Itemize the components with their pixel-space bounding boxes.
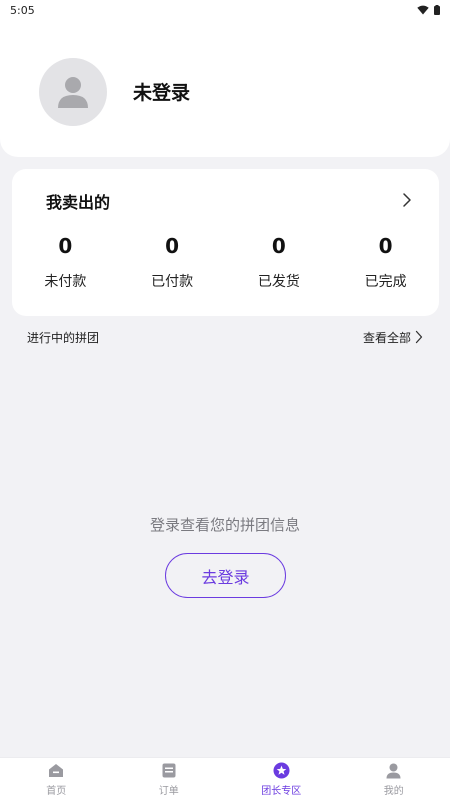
- bottom-tab-bar: 首页 订单 团长专区 我的: [0, 757, 450, 800]
- stat-value: 0: [58, 234, 73, 258]
- stat-paid[interactable]: 0 已付款: [119, 231, 226, 291]
- tab-leader-zone[interactable]: 团长专区: [225, 758, 338, 800]
- stat-completed[interactable]: 0 已完成: [332, 231, 439, 291]
- tab-label: 首页: [46, 785, 67, 797]
- tab-mine[interactable]: 我的: [338, 758, 450, 800]
- tab-label: 我的: [383, 785, 404, 797]
- home-icon: [47, 762, 65, 780]
- stat-shipped[interactable]: 0 已发货: [226, 231, 333, 291]
- status-bar: 5:05: [0, 0, 450, 20]
- group-buy-section-header: 进行中的拼团 查看全部: [0, 326, 450, 348]
- sold-orders-card: 我卖出的 0 未付款 0 已付款 0 已发货 0 已完成: [12, 169, 439, 316]
- empty-state-message: 登录查看您的拼团信息: [149, 516, 300, 534]
- stat-value: 0: [378, 234, 393, 258]
- stat-value: 0: [165, 234, 180, 258]
- stat-label: 已付款: [151, 274, 194, 290]
- view-all-label: 查看全部: [362, 330, 411, 345]
- stat-value: 0: [271, 234, 286, 258]
- status-time: 5:05: [10, 3, 35, 17]
- tab-orders[interactable]: 订单: [113, 758, 226, 800]
- wifi-icon: [417, 5, 429, 15]
- profile-header: 未登录: [0, 20, 450, 157]
- status-icons: [417, 5, 440, 15]
- stat-unpaid[interactable]: 0 未付款: [12, 231, 119, 291]
- chevron-right-icon: [415, 330, 423, 344]
- star-badge-icon: [272, 762, 290, 780]
- stat-label: 已完成: [364, 274, 407, 290]
- tab-label: 团长专区: [261, 785, 302, 797]
- order-stats: 0 未付款 0 已付款 0 已发货 0 已完成: [12, 231, 439, 291]
- stat-label: 未付款: [44, 274, 87, 290]
- view-all-link[interactable]: 查看全部: [363, 329, 423, 346]
- avatar[interactable]: [39, 58, 107, 126]
- username[interactable]: 未登录: [133, 78, 190, 105]
- battery-icon: [434, 5, 440, 15]
- login-button[interactable]: 去登录: [165, 553, 286, 598]
- order-icon: [160, 762, 178, 780]
- sold-orders-title[interactable]: 我卖出的: [46, 189, 110, 213]
- tab-label: 订单: [158, 785, 179, 797]
- tab-home[interactable]: 首页: [0, 758, 113, 800]
- stat-label: 已发货: [257, 274, 300, 290]
- avatar-placeholder-icon: [58, 77, 88, 108]
- section-title: 进行中的拼团: [27, 330, 100, 345]
- user-icon: [385, 762, 403, 780]
- chevron-right-icon[interactable]: [397, 189, 417, 211]
